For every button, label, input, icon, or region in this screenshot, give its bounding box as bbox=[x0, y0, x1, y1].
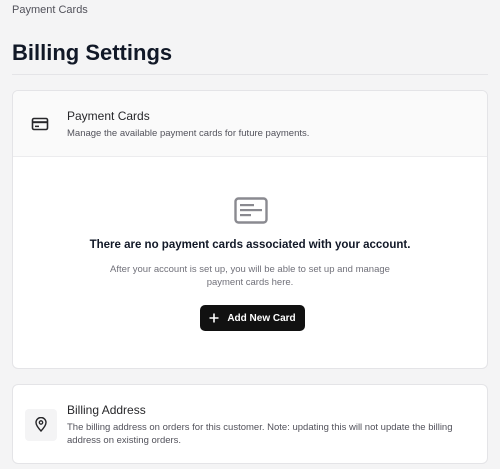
empty-state-title: There are no payment cards associated wi… bbox=[89, 239, 411, 251]
payment-cards-header: Payment Cards Manage the available payme… bbox=[13, 91, 487, 157]
billing-address-title: Billing Address bbox=[67, 403, 146, 417]
breadcrumb[interactable]: Payment Cards bbox=[12, 4, 88, 16]
payment-cards-title: Payment Cards bbox=[67, 109, 150, 123]
page-title: Billing Settings bbox=[12, 40, 173, 65]
payment-cards-description: Manage the available payment cards for f… bbox=[67, 128, 310, 139]
billing-address-description: The billing address on orders for this c… bbox=[67, 422, 453, 446]
billing-address-icon-box bbox=[25, 409, 57, 441]
billing-address-panel: Billing Address The billing address on o… bbox=[12, 384, 488, 464]
title-divider bbox=[12, 74, 488, 75]
payment-cards-panel: Payment Cards Manage the available payme… bbox=[12, 90, 488, 369]
plus-icon bbox=[209, 313, 219, 323]
credit-card-outline-icon bbox=[234, 197, 268, 224]
add-new-card-label: Add New Card bbox=[227, 312, 296, 324]
empty-state-description: After your account is set up, you will b… bbox=[110, 264, 390, 288]
credit-card-icon bbox=[31, 117, 49, 131]
map-pin-icon bbox=[35, 417, 47, 432]
add-new-card-button[interactable]: Add New Card bbox=[200, 305, 305, 331]
